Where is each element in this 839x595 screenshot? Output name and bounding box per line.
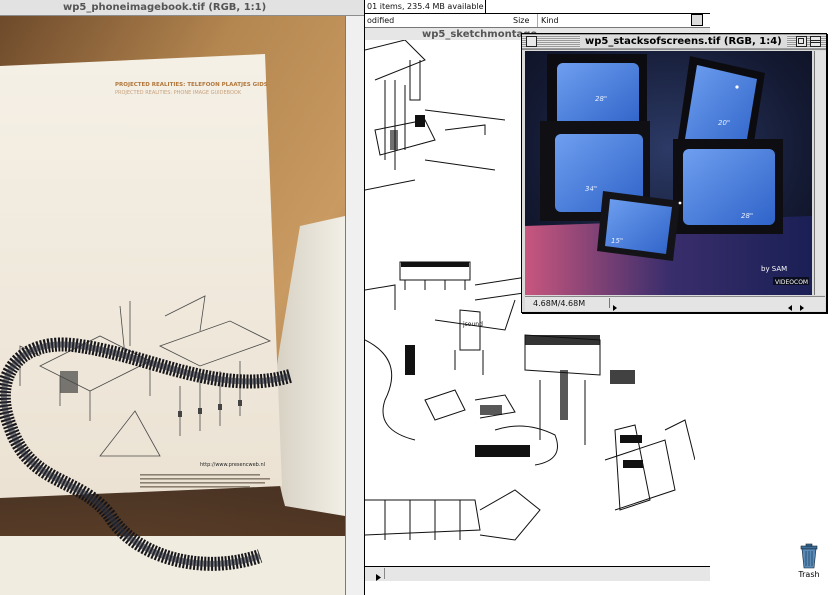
- sketch-sign-label: jsound: [462, 321, 483, 328]
- stacks-photo-canvas[interactable]: 28" 20" 34" 28" 15" by SAM VIDEOCOM: [525, 51, 812, 295]
- trash-label: Trash: [798, 570, 820, 579]
- tv-label-20: 20": [718, 119, 730, 127]
- scroll-arrow-right-icon[interactable]: [373, 568, 385, 581]
- finder-list-window: 01 items, 235.4 MB available odified Siz…: [365, 0, 710, 28]
- scroll-arrow-right-icon[interactable]: [797, 298, 807, 311]
- document-size-readout: 4.68M/4.68M: [533, 299, 586, 308]
- tv-label-28-right: 28": [741, 212, 753, 220]
- stacksofscreens-title: wp5_stacksofscreens.tif (RGB, 1:4): [580, 35, 787, 48]
- stacksofscreens-window: wp5_stacksofscreens.tif (RGB, 1:4) 28" 2…: [521, 33, 827, 313]
- zoom-box-icon[interactable]: [796, 36, 807, 47]
- tv-label-34: 34": [585, 185, 597, 193]
- stacksofscreens-statusbar: 4.68M/4.68M: [525, 296, 825, 311]
- size-popup-arrow-icon[interactable]: [609, 298, 620, 311]
- finder-zoom-box-icon[interactable]: [691, 14, 703, 26]
- close-box-icon[interactable]: [526, 36, 537, 47]
- finder-column-kind[interactable]: Kind: [541, 16, 559, 25]
- finder-column-size[interactable]: Size: [513, 16, 529, 25]
- phoneimagebook-vertical-scrollbar[interactable]: [345, 16, 365, 595]
- tv-label-28-top: 28": [595, 95, 607, 103]
- tv-label-15: 15": [611, 237, 623, 245]
- phone-photo: PROJECTED REALITIES: TELEFOON PLAATJES G…: [0, 16, 345, 595]
- trash[interactable]: Trash: [794, 542, 824, 582]
- finder-column-modified[interactable]: odified: [367, 16, 394, 25]
- finder-info: 01 items, 235.4 MB available: [367, 2, 484, 11]
- trash-icon: [800, 543, 818, 569]
- sketchmontage-horizontal-scrollbar[interactable]: [365, 566, 710, 581]
- stacksofscreens-vertical-scrollbar[interactable]: [814, 51, 826, 295]
- phone-photo-canvas[interactable]: PROJECTED REALITIES: TELEFOON PLAATJES G…: [0, 16, 345, 595]
- phoneimagebook-window: wp5_phoneimagebook.tif (RGB, 1:1) PROJEC…: [0, 0, 365, 595]
- stacks-photo: 28" 20" 34" 28" 15" by SAM VIDEOCOM: [525, 51, 812, 295]
- logo-by: by SAM: [761, 265, 787, 273]
- phoneimagebook-title: wp5_phoneimagebook.tif (RGB, 1:1): [63, 2, 267, 13]
- stacksofscreens-titlebar[interactable]: wp5_stacksofscreens.tif (RGB, 1:4): [522, 34, 826, 50]
- scroll-arrow-left-icon[interactable]: [785, 298, 795, 311]
- doc-url: http://www.presencweb.nl: [200, 462, 265, 468]
- logo-videocom: VIDEOCOM: [775, 279, 808, 286]
- collapse-box-icon[interactable]: [810, 36, 821, 47]
- phoneimagebook-titlebar[interactable]: wp5_phoneimagebook.tif (RGB, 1:1): [0, 0, 364, 16]
- doc-heading: PROJECTED REALITIES: TELEFOON PLAATJES G…: [115, 82, 268, 88]
- doc-subheading: PROJECTED REALITIES: PHONE IMAGE GUIDEBO…: [115, 90, 242, 96]
